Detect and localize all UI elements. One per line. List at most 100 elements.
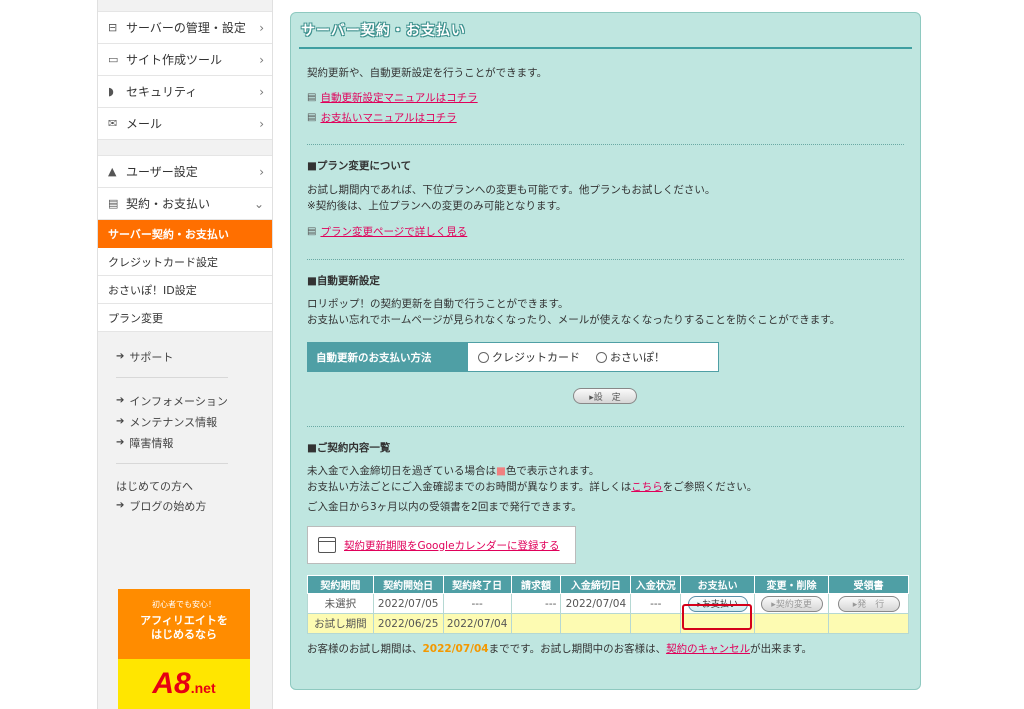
cancel-contract-link[interactable]: 契約のキャンセル — [666, 643, 750, 655]
sidebar-subitem-server-contract[interactable]: サーバー契約・お支払い — [98, 220, 272, 248]
sidebar-item-label: サーバーの管理・設定 — [126, 21, 246, 35]
section-divider — [307, 259, 904, 260]
details-link[interactable]: こちら — [631, 481, 663, 493]
sidebar-link-label: 障害情報 — [129, 436, 174, 450]
chevron-right-icon: › — [259, 164, 264, 179]
cell-payment-status: --- — [630, 593, 682, 614]
pay-button-highlight — [682, 604, 752, 630]
arrow-right-icon: ➔ — [116, 351, 125, 362]
radio-button[interactable] — [596, 351, 607, 363]
sidebar-link-support[interactable]: ➔ サポート — [116, 346, 272, 367]
sidebar-item-contract[interactable]: ▤ 契約・お支払い ⌄ — [98, 188, 272, 220]
contract-text-3: ご入金日から3ヶ月以内の受領書を2回まで発行できます。 — [307, 501, 582, 513]
cell-empty — [560, 613, 632, 634]
sidebar-item-label: 契約・お支払い — [126, 197, 211, 211]
radio-credit-card[interactable]: クレジットカード — [478, 349, 580, 365]
sidebar-gap — [98, 140, 272, 156]
sidebar-subitem-credit-card[interactable]: クレジットカード設定 — [98, 248, 272, 276]
cell-start-date: 2022/06/25 — [372, 613, 444, 634]
google-calendar-register[interactable]: 契約更新期限をGoogleカレンダーに登録する — [307, 526, 576, 564]
settings-submit-button[interactable]: ▸設 定 — [573, 388, 637, 404]
sidebar-subitem-osaipo-id[interactable]: おさいぽ！ID設定 — [98, 276, 272, 304]
table-row: 未選択 2022/07/05 --- --- 2022/07/04 --- ▸お… — [307, 593, 909, 614]
google-calendar-link[interactable]: 契約更新期限をGoogleカレンダーに登録する — [344, 538, 560, 553]
panel-content: 契約更新や、自動更新設定を行うことができます。 ▤ 自動更新設定マニュアルはコチ… — [291, 65, 920, 657]
manual-link-auto-renew[interactable]: ▤ 自動更新設定マニュアルはコチラ — [307, 88, 904, 106]
col-header: 変更・削除 — [754, 575, 830, 594]
change-contract-button[interactable]: ▸契約変更 — [760, 595, 823, 612]
user-icon: ▲ — [108, 165, 117, 178]
intro-text: 契約更新や、自動更新設定を行うことができます。 — [307, 67, 548, 79]
sidebar-item-server[interactable]: ⊟ サーバーの管理・設定 › — [98, 12, 272, 44]
cell-empty — [630, 613, 682, 634]
cell-empty — [828, 613, 909, 634]
col-header: 受領書 — [828, 575, 909, 594]
trial-footer-text: お客様のお試し期間は、2022/07/04までです。お試し期間中のお客様は、契約… — [307, 643, 813, 655]
col-header: 入金状況 — [630, 575, 682, 594]
contract-text-1: 未入金で入金締切日を過ぎている場合は■色で表示されます。 — [307, 465, 600, 477]
arrow-right-icon: ➔ — [116, 395, 125, 406]
banner-headline-line1: アフィリエイトを — [140, 614, 228, 627]
sidebar-link-label: インフォメーション — [129, 394, 228, 408]
contract-panel: サーバー契約・お支払い 契約更新や、自動更新設定を行うことができます。 ▤ 自動… — [290, 12, 921, 690]
banner-headline-line2: はじめるなら — [151, 628, 217, 641]
sidebar-link-maintenance[interactable]: ➔ メンテナンス情報 — [116, 411, 272, 432]
chevron-right-icon: › — [259, 20, 264, 35]
sidebar-link-outage[interactable]: ➔ 障害情報 — [116, 432, 272, 453]
col-header: 契約開始日 — [372, 575, 444, 594]
auto-renew-method-label: 自動更新のお支払い方法 — [308, 343, 468, 371]
radio-osaipo[interactable]: おさいぽ！ — [596, 349, 665, 365]
radio-button[interactable] — [478, 351, 489, 363]
contract-section-title: ■ご契約内容一覧 — [307, 442, 391, 454]
divider — [116, 463, 228, 464]
cell-end-date: 2022/07/04 — [442, 613, 512, 634]
sidebar-link-information[interactable]: ➔ インフォメーション — [116, 390, 272, 411]
setting-button-wrap: ▸設 定 — [307, 388, 904, 404]
sidebar: ⊟ サーバーの管理・設定 › ▭ サイト作成ツール › ◗ セキュリティ › ✉… — [97, 0, 273, 709]
col-header: 契約終了日 — [442, 575, 512, 594]
manual-link-label[interactable]: お支払いマニュアルはコチラ — [320, 110, 456, 125]
calendar-icon — [318, 537, 336, 553]
manual-link-payment[interactable]: ▤ お支払いマニュアルはコチラ — [307, 108, 904, 126]
table-header-row: 契約期間 契約開始日 契約終了日 請求額 入金締切日 入金状況 お支払い 変更・… — [307, 575, 909, 594]
sidebar-item-label: サイト作成ツール — [126, 53, 223, 67]
page-title: サーバー契約・お支払い — [301, 23, 466, 39]
sidebar-item-user-settings[interactable]: ▲ ユーザー設定 › — [98, 156, 272, 188]
sidebar-link-blog[interactable]: ➔ ブログの始め方 — [116, 495, 272, 516]
radio-label: おさいぽ！ — [610, 351, 665, 364]
sidebar-item-site-tools[interactable]: ▭ サイト作成ツール › — [98, 44, 272, 76]
sidebar-link-label: サポート — [129, 350, 174, 364]
plan-section-title: ■プラン変更について — [307, 160, 412, 172]
card-icon: ▤ — [108, 197, 119, 210]
sidebar-top-strip — [98, 0, 272, 12]
sidebar-item-label: メール — [126, 117, 163, 131]
banner-tagline: 初心者でも安心！ — [152, 600, 216, 609]
col-header: 請求額 — [510, 575, 562, 594]
manual-link-label[interactable]: 自動更新設定マニュアルはコチラ — [320, 90, 477, 105]
plan-text-1: お試し期間内であれば、下位プランへの変更も可能です。他プランもお試しください。 — [307, 184, 716, 196]
sidebar-menu-main: ⊟ サーバーの管理・設定 › ▭ サイト作成ツール › ◗ セキュリティ › ✉… — [98, 12, 272, 140]
a8-logo: A8.net — [152, 667, 216, 700]
plan-change-link-label[interactable]: プラン変更ページで詳しく見る — [320, 224, 467, 239]
auto-renew-section-title: ■自動更新設定 — [307, 275, 380, 287]
cell-amount: --- — [510, 593, 562, 614]
col-header: 契約期間 — [307, 575, 374, 594]
section-divider — [307, 144, 904, 145]
trial-end-date: 2022/07/04 — [422, 643, 489, 655]
section-divider — [307, 426, 904, 427]
sidebar-subitem-plan-change[interactable]: プラン変更 — [98, 304, 272, 332]
arrow-right-icon: ➔ — [116, 416, 125, 427]
sidebar-item-mail[interactable]: ✉ メール › — [98, 108, 272, 140]
shield-icon: ◗ — [108, 85, 114, 98]
sidebar-item-security[interactable]: ◗ セキュリティ › — [98, 76, 272, 108]
sidebar-links: ➔ サポート ➔ インフォメーション ➔ メンテナンス情報 ➔ 障害情報 はじめ… — [98, 332, 272, 516]
issue-receipt-button[interactable]: ▸発 行 — [837, 595, 900, 612]
sidebar-item-label: ユーザー設定 — [126, 165, 198, 179]
plan-change-link[interactable]: ▤ プラン変更ページで詳しく見る — [307, 222, 904, 240]
auto-renew-text-2: お支払い忘れでホームページが見られなくなったり、メールが使えなくなったりすること… — [307, 314, 841, 326]
a8-affiliate-banner[interactable]: 初心者でも安心！ アフィリエイトを はじめるなら A8.net — [118, 589, 250, 709]
contract-table: 契約期間 契約開始日 契約終了日 請求額 入金締切日 入金状況 お支払い 変更・… — [307, 575, 909, 634]
cell-empty — [510, 613, 562, 634]
document-icon: ▤ — [307, 111, 317, 123]
sidebar-link-beginner[interactable]: はじめての方へ — [116, 476, 272, 495]
